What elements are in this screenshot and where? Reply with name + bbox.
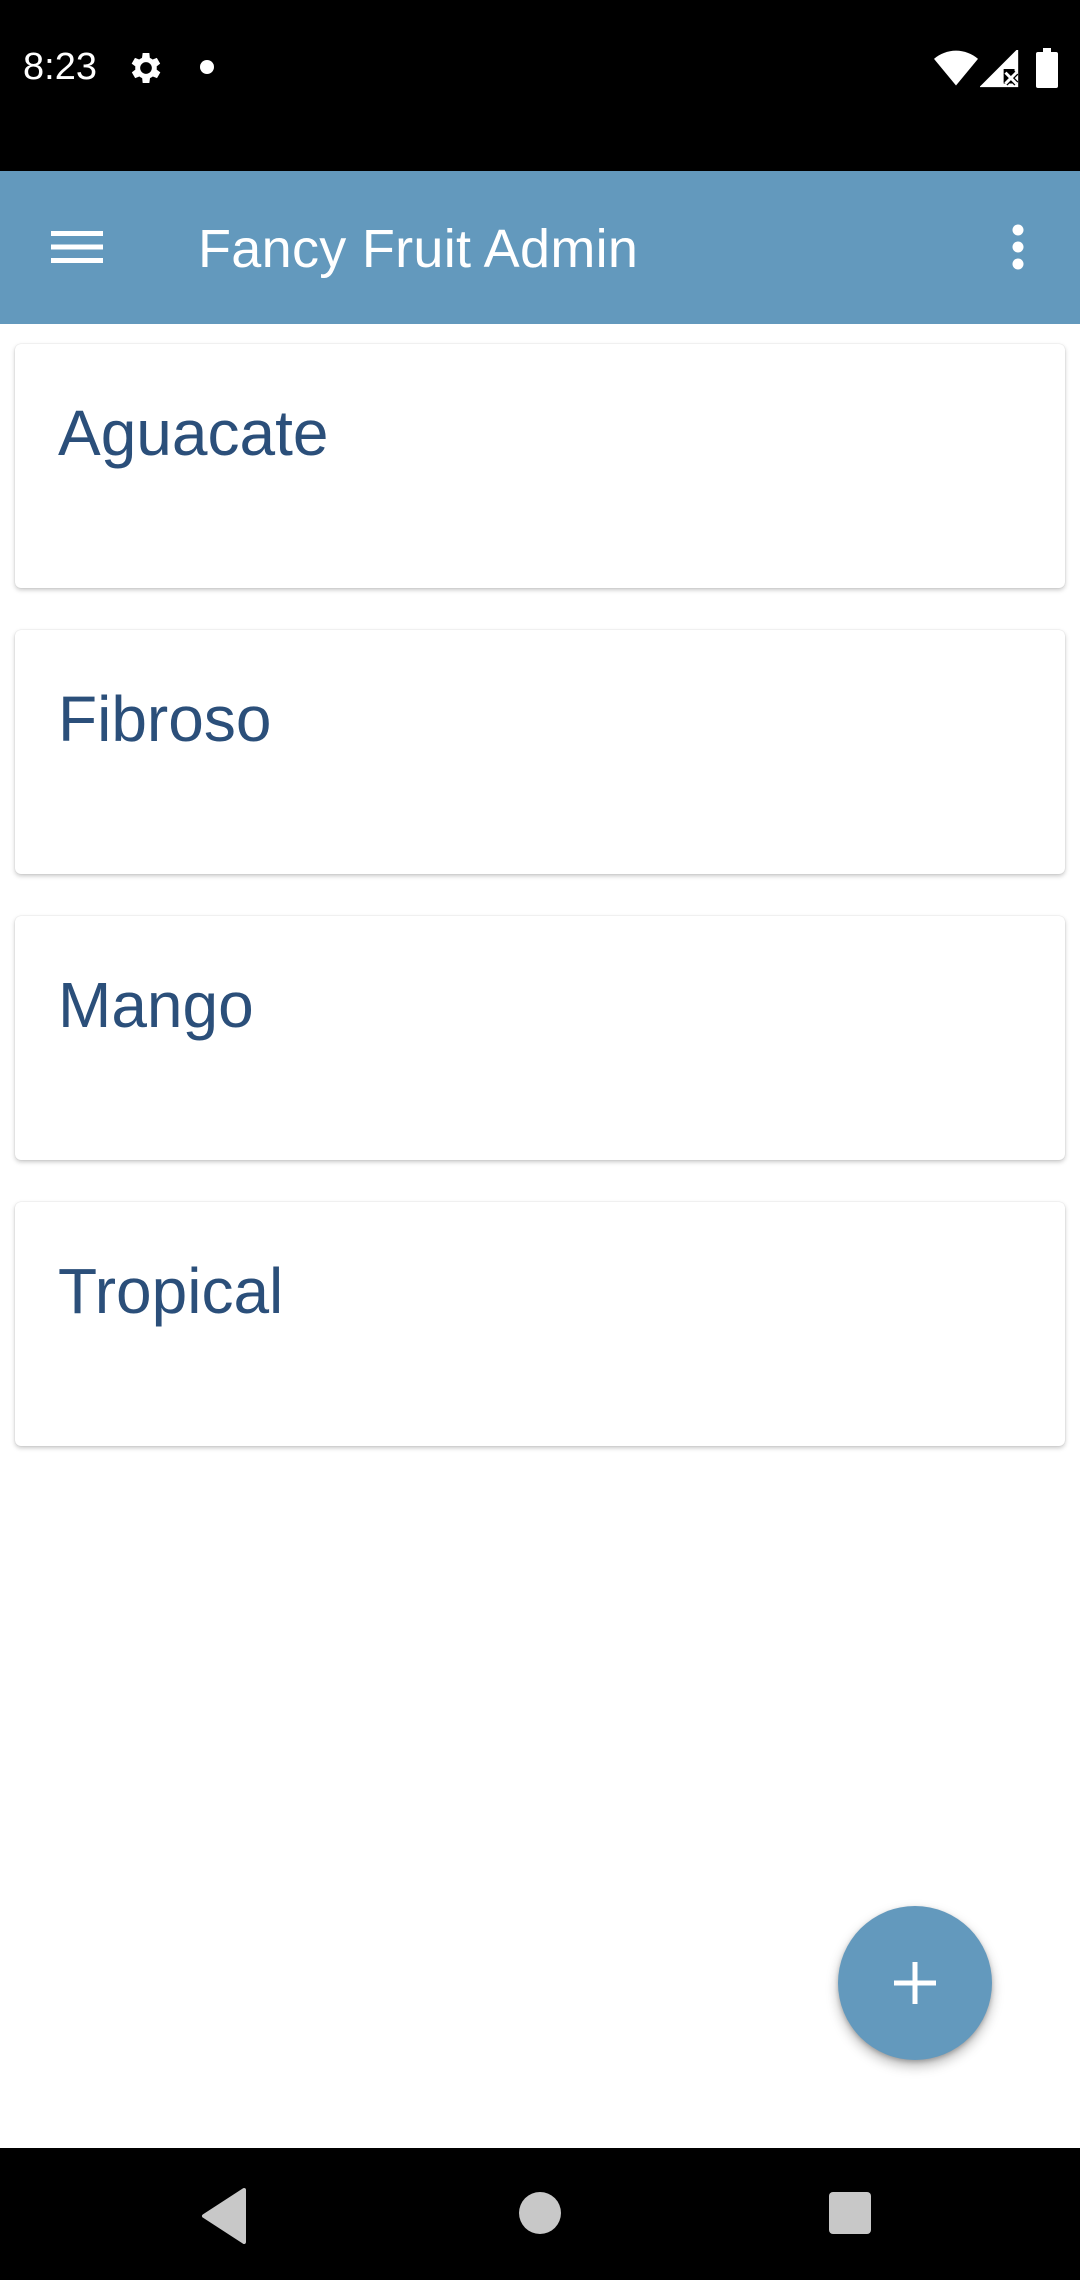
system-nav-bar xyxy=(0,2148,1080,2280)
app-bar: Fancy Fruit Admin xyxy=(0,171,1080,324)
plus-icon xyxy=(894,1962,936,2004)
signal-icon xyxy=(980,50,1019,88)
list-item-label: Tropical xyxy=(58,1255,284,1327)
hamburger-menu-icon xyxy=(51,231,103,263)
list-item-aguacate[interactable]: Aguacate xyxy=(15,344,1065,588)
list-item-tropical[interactable]: Tropical xyxy=(15,1202,1065,1446)
status-time: 8:23 xyxy=(23,46,97,88)
wifi-icon xyxy=(934,50,978,86)
more-vert-icon xyxy=(1012,224,1024,270)
list-item-label: Aguacate xyxy=(58,397,329,469)
list-item-label: Mango xyxy=(58,969,254,1041)
home-icon[interactable] xyxy=(519,2192,561,2234)
back-icon[interactable] xyxy=(200,2188,252,2244)
recents-icon[interactable] xyxy=(829,2192,871,2234)
list-item-fibroso[interactable]: Fibroso xyxy=(15,630,1065,874)
app-title: Fancy Fruit Admin xyxy=(198,219,639,279)
battery-icon xyxy=(1036,48,1058,88)
notification-dot-icon xyxy=(200,60,214,74)
list-item-label: Fibroso xyxy=(58,683,272,755)
menu-button[interactable] xyxy=(40,207,114,287)
status-bar: 8:23 xyxy=(0,0,1080,171)
list-item-mango[interactable]: Mango xyxy=(15,916,1065,1160)
gear-icon xyxy=(131,53,161,83)
overflow-menu-button[interactable] xyxy=(990,207,1046,287)
add-button[interactable] xyxy=(838,1906,992,2060)
